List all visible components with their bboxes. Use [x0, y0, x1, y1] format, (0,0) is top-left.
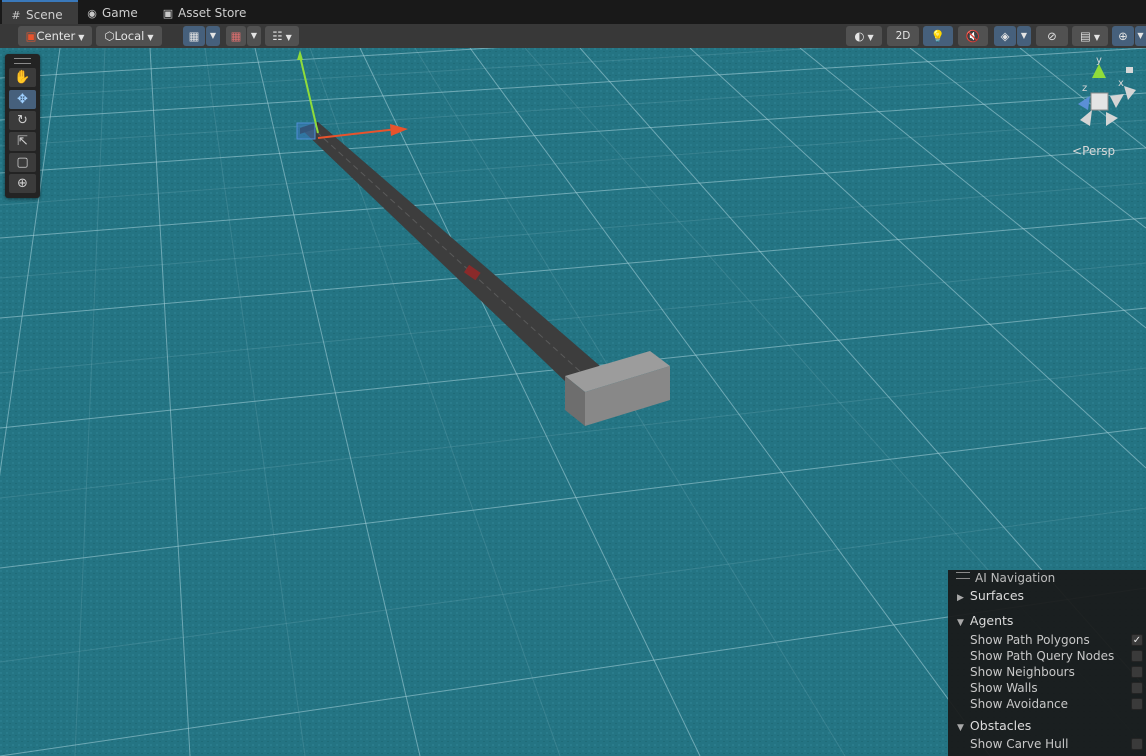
pivot-mode-label: Center: [36, 29, 76, 43]
grid-visibility-toggle[interactable]: ▦: [226, 26, 246, 46]
rect-tool-button[interactable]: ▢: [9, 153, 36, 172]
gizmo-y-label: y: [1096, 55, 1102, 66]
camera-icon: ▤: [1079, 29, 1091, 43]
option-show-carve-hull: Show Carve Hull: [970, 737, 1069, 751]
speaker-mute-icon: 🔇: [965, 29, 981, 43]
section-surfaces-label: Surfaces: [969, 588, 1025, 603]
lighting-toggle[interactable]: 💡: [923, 26, 953, 46]
checkbox-show-path-polygons[interactable]: ✓: [1131, 634, 1143, 646]
chevron-down-icon: ▼: [78, 33, 85, 42]
option-show-neighbours: Show Neighbours: [970, 665, 1075, 679]
rotate-tool-button[interactable]: ↻: [9, 111, 36, 130]
chevron-down-icon: ▼: [209, 31, 217, 40]
gizmos-dropdown[interactable]: ▼: [1135, 26, 1146, 46]
projection-toggle[interactable]: <Persp: [1072, 144, 1115, 158]
chevron-down-icon: ▼: [147, 33, 154, 42]
gizmo-plane-handle[interactable]: [296, 122, 316, 140]
tab-game[interactable]: ◉ Game: [86, 2, 156, 24]
projection-label: Persp: [1082, 144, 1116, 158]
checkbox-show-path-query-nodes[interactable]: [1131, 650, 1143, 662]
tab-scene-label: Scene: [26, 8, 63, 22]
eye-slash-icon: ⊘: [1047, 29, 1057, 43]
option-show-path-polygons: Show Path Polygons: [970, 633, 1090, 647]
shading-icon: ◐: [854, 29, 865, 43]
gizmo-x-label: x: [1118, 78, 1124, 89]
section-obstacles-label: Obstacles: [969, 718, 1032, 733]
scale-tool-button[interactable]: ⇱: [9, 132, 36, 151]
chevron-left-icon: <: [1072, 144, 1083, 158]
section-surfaces[interactable]: ▶ Surfaces: [957, 588, 1024, 603]
section-agents-label: Agents: [969, 613, 1014, 628]
effects-toggle[interactable]: ◈: [994, 26, 1016, 46]
grid-snap-icon: ▦: [188, 29, 200, 43]
checkbox-show-carve-hull[interactable]: [1131, 738, 1143, 750]
triangle-down-icon: ▼: [957, 618, 964, 628]
transform-tool-button[interactable]: ⊕: [9, 174, 36, 193]
drag-handle-icon: [956, 572, 970, 579]
checkbox-show-neighbours[interactable]: [1131, 666, 1143, 678]
grid-visibility-dropdown[interactable]: ▼: [247, 26, 261, 46]
checkbox-show-avoidance[interactable]: [1131, 698, 1143, 710]
toggle-2d-button[interactable]: 2D: [887, 26, 919, 46]
ai-navigation-title: AI Navigation: [975, 571, 1056, 585]
tab-asset-store-label: Asset Store: [178, 6, 247, 20]
ai-navigation-overlay: AI Navigation ▶ Surfaces ▼ Agents Show Pat…: [948, 570, 1146, 756]
section-obstacles[interactable]: ▼ Obstacles: [957, 718, 1031, 733]
draw-mode-dropdown[interactable]: ◐ ▼: [846, 26, 882, 46]
move-arrows-icon: ✥: [17, 92, 28, 107]
shopping-bag-icon: ▣: [162, 7, 174, 20]
drag-handle[interactable]: [14, 58, 31, 64]
gizmos-toggle[interactable]: ⊕: [1112, 26, 1134, 46]
rotate-icon: ↻: [17, 113, 28, 128]
tab-scene[interactable]: # Scene: [2, 0, 78, 24]
chevron-down-icon: ▼: [1137, 31, 1144, 40]
camera-settings-dropdown[interactable]: ▤ ▼: [1072, 26, 1108, 46]
increment-snap-dropdown[interactable]: ☷ ▼: [265, 26, 299, 46]
grid-icon: ▦: [230, 29, 242, 43]
hand-tool-button[interactable]: ✋: [9, 68, 36, 87]
tab-game-label: Game: [102, 6, 138, 20]
triangle-down-icon: ▼: [957, 723, 964, 733]
scene-visibility-toggle[interactable]: ⊘: [1036, 26, 1068, 46]
tab-bar: # Scene ◉ Game ▣ Asset Store: [0, 0, 1146, 24]
layers-icon: ◈: [1000, 29, 1010, 43]
chevron-down-icon: ▼: [250, 31, 258, 40]
chevron-down-icon: ▼: [285, 33, 292, 42]
pivot-center-icon: ▣: [25, 29, 37, 43]
grid-snapping-toggle[interactable]: ▦: [183, 26, 205, 46]
gizmo-z-label: z: [1082, 83, 1087, 94]
audio-toggle[interactable]: 🔇: [958, 26, 988, 46]
pivot-mode-dropdown[interactable]: ▣Center ▼: [18, 26, 92, 46]
gamepad-icon: ◉: [87, 7, 97, 20]
checkbox-show-walls[interactable]: [1131, 682, 1143, 694]
chevron-down-icon: ▼: [1093, 33, 1101, 42]
move-tool-button[interactable]: ✥: [9, 90, 36, 109]
ai-navigation-header[interactable]: AI Navigation: [956, 571, 1055, 585]
rect-transform-icon: ▢: [16, 155, 29, 170]
grid-snapping-dropdown[interactable]: ▼: [206, 26, 220, 46]
transform-icon: ⊕: [17, 176, 28, 191]
option-show-path-query-nodes: Show Path Query Nodes: [970, 649, 1115, 663]
tools-overlay: ✋ ✥ ↻ ⇱ ▢ ⊕: [5, 54, 40, 198]
option-show-walls: Show Walls: [970, 681, 1038, 695]
scene-toolbar: ▣Center ▼ ⬡Local ▼ ▦ ▼ ▦ ▼ ☷ ▼ ◐ ▼ 2D 💡 🔇 ◈ …: [0, 24, 1146, 49]
cube-icon: ⬡: [104, 29, 115, 43]
pivot-rotation-label: Local: [114, 29, 145, 43]
checkmark-icon: ✓: [1132, 635, 1142, 646]
gizmo-sphere-icon: ⊕: [1118, 29, 1128, 43]
effects-dropdown[interactable]: ▼: [1017, 26, 1031, 46]
pivot-rotation-dropdown[interactable]: ⬡Local ▼: [96, 26, 162, 46]
tab-asset-store[interactable]: ▣ Asset Store: [162, 2, 262, 24]
chevron-down-icon: ▼: [1020, 31, 1028, 40]
light-bulb-icon: 💡: [930, 29, 946, 43]
triangle-right-icon: ▶: [957, 593, 964, 603]
option-show-avoidance: Show Avoidance: [970, 697, 1069, 711]
lock-icon[interactable]: [1126, 67, 1133, 73]
section-agents[interactable]: ▼ Agents: [957, 613, 1013, 628]
chevron-down-icon: ▼: [867, 33, 874, 42]
scale-icon: ⇱: [17, 134, 28, 149]
hand-icon: ✋: [14, 70, 31, 85]
ruler-icon: ☷: [272, 29, 283, 43]
